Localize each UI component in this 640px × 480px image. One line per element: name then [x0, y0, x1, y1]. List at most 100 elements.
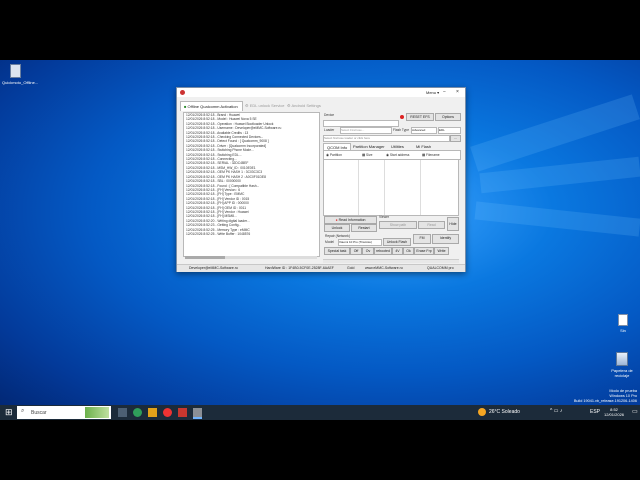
search-box[interactable]: ⌕ Buscar	[17, 406, 111, 419]
status-hwid: HardWare ID : 1F4B0-5CF0E-2528F-6AAEF	[265, 266, 334, 270]
search-icon: ⌕	[21, 408, 25, 414]
loader-label: Loader	[324, 128, 335, 132]
weather-text[interactable]: 26°C Soleado	[489, 409, 520, 415]
grid-header-filename[interactable]: ▦ Filename	[422, 153, 440, 157]
desktop-icon-label: Papelera de reciclaje	[611, 368, 633, 378]
file-icon: ▦	[362, 153, 366, 157]
device-label: Device	[324, 113, 335, 117]
edl-value: EDL	[439, 128, 445, 132]
chrome-icon[interactable]	[163, 408, 172, 417]
notification-icon[interactable]: ▭	[632, 408, 638, 415]
device-select[interactable]	[323, 120, 399, 127]
search-placeholder: Buscar	[31, 410, 47, 416]
tab-label: EDL unlock Service	[249, 103, 285, 108]
hide-button[interactable]: Hide	[447, 217, 459, 231]
clock-date: 12/01/2026	[604, 412, 625, 417]
grid-header-label: Filename	[426, 153, 440, 157]
file-icon	[618, 314, 628, 326]
viewer-label: Viewer	[379, 215, 390, 219]
desktop-icon-quickmoto[interactable]: Quickmoto_Offline...	[2, 64, 38, 85]
close-icon[interactable]: ×	[456, 89, 459, 95]
grid-header-label: Partition	[329, 153, 342, 157]
status-tier: Gold	[347, 266, 355, 270]
button-label: Read Information	[338, 218, 366, 222]
grid-header-size[interactable]: ▦ Size	[362, 153, 372, 157]
bottom-tab-strip	[323, 259, 459, 263]
subtab-utilities[interactable]: Utilities	[388, 143, 407, 150]
subtab-mi-flash[interactable]: Mi Flash	[413, 143, 434, 150]
action-button-3[interactable]: rebooted	[374, 247, 392, 255]
flash-type-select[interactable]: Advanced	[411, 127, 437, 134]
model-select[interactable]: Xiaomi 10 Pro (Tiramisu)	[338, 239, 382, 246]
grid-header-partition[interactable]: ◉ Partition	[326, 153, 342, 157]
action-button-1[interactable]: Off	[350, 247, 362, 255]
fm-button[interactable]: FM	[413, 234, 431, 244]
action-button-5[interactable]: Ok	[403, 247, 414, 255]
edl-select[interactable]: EDL	[438, 127, 461, 134]
subtab-partition-manager[interactable]: Partition Manager	[350, 143, 388, 150]
minimize-icon[interactable]: −	[443, 89, 446, 95]
firehose-path-input[interactable]: Select firehose loader or click here	[323, 135, 450, 142]
tray-icons[interactable]: ^ ▭ ♪	[550, 408, 562, 414]
tab-offline-activation[interactable]: ■ Offline Qualcomm Activation	[180, 101, 243, 111]
action-button-7[interactable]: Write	[434, 247, 449, 255]
unlock-flash-button[interactable]: Unlock Flash	[383, 238, 411, 246]
app-icon[interactable]	[178, 408, 187, 417]
unlock-button[interactable]: Unlock	[324, 224, 350, 232]
scrollbar-thumb[interactable]	[185, 256, 225, 259]
read-information-button[interactable]: ● Read Information	[324, 216, 377, 224]
action-button-0[interactable]: Special task	[324, 247, 350, 255]
action-button-6[interactable]: Erase Frp	[414, 247, 434, 255]
model-label: Model	[325, 240, 334, 244]
tab-label: Android Settings	[291, 103, 321, 108]
app-window: Menu ▾ − × ■ Offline Qualcomm Activation…	[176, 87, 466, 272]
browse-button[interactable]: …	[450, 135, 461, 142]
partition-grid[interactable]	[323, 159, 459, 216]
clock[interactable]: 8:52 12/01/2026	[604, 407, 624, 417]
windows-start-icon[interactable]: ⊞	[5, 408, 13, 417]
action-button-row: Special task Off Ov rebooted 4V Ok Erase Frp Wr…	[324, 247, 460, 255]
loader-value: Select Firehose...	[341, 128, 365, 132]
options-button[interactable]: Options	[435, 113, 461, 121]
alert-icon: ●	[335, 218, 338, 222]
model-value: Xiaomi 10 Pro (Tiramisu)	[339, 240, 373, 244]
status-user: Developer@eMMC-Software.ru	[189, 266, 238, 270]
show-path-button[interactable]: Show path	[379, 221, 417, 229]
file-explorer-icon[interactable]	[148, 408, 157, 417]
subtab-label: Utilities	[391, 144, 404, 149]
identify-button[interactable]: Identify	[432, 234, 459, 244]
file-icon: ▦	[422, 153, 426, 157]
test-mode-watermark: Modo de prueba Windows 10 Pro Build 1904…	[574, 389, 637, 404]
edge-icon[interactable]	[133, 408, 142, 417]
watermark-line: Build 19041.vb_release.191206-1406	[573, 399, 637, 403]
tab-edl-unlock[interactable]: ⚙ EDL unlock Service	[242, 101, 287, 110]
grid-divider	[358, 160, 359, 215]
button-label: Restart	[358, 226, 370, 230]
search-highlight-image	[85, 407, 109, 418]
desktop-icon-label: Sin	[620, 328, 626, 333]
tab-android-settings[interactable]: ⚙ Android Settings	[284, 101, 324, 110]
read-button[interactable]: Read	[418, 221, 445, 229]
status-bar: Developer@eMMC-Software.ru HardWare ID :…	[177, 264, 465, 272]
desktop-icon-recycle-bin[interactable]: Papelera de reciclaje	[606, 352, 638, 378]
app-logo-icon	[180, 90, 185, 95]
action-button-2[interactable]: Ov	[362, 247, 374, 255]
recycle-bin-icon	[616, 352, 628, 366]
grid-header-label: Size	[366, 153, 373, 157]
log-scrollbar[interactable]	[185, 256, 317, 259]
status-brand: QUALCOMM pro	[427, 266, 454, 270]
desktop-icon-sin[interactable]: Sin	[612, 314, 634, 333]
grid-header-start[interactable]: ◉ Start address	[386, 153, 409, 157]
file-icon	[9, 64, 21, 78]
task-view-icon[interactable]	[118, 408, 127, 417]
active-app-icon[interactable]	[193, 408, 202, 419]
grid-divider	[384, 160, 385, 215]
subtab-label: Partition Manager	[353, 144, 385, 149]
reset-efs-button[interactable]: RESET EFS	[406, 113, 434, 121]
taskbar: ⊞ ⌕ Buscar 26°C Soleado ^ ▭ ♪ ESP 8:52 1…	[0, 405, 640, 420]
menu-button[interactable]: Menu ▾	[426, 90, 439, 95]
language-indicator[interactable]: ESP	[590, 409, 600, 415]
loader-select[interactable]: Select Firehose...	[340, 127, 392, 134]
action-button-4[interactable]: 4V	[392, 247, 403, 255]
restart-button[interactable]: Restart	[351, 224, 377, 232]
